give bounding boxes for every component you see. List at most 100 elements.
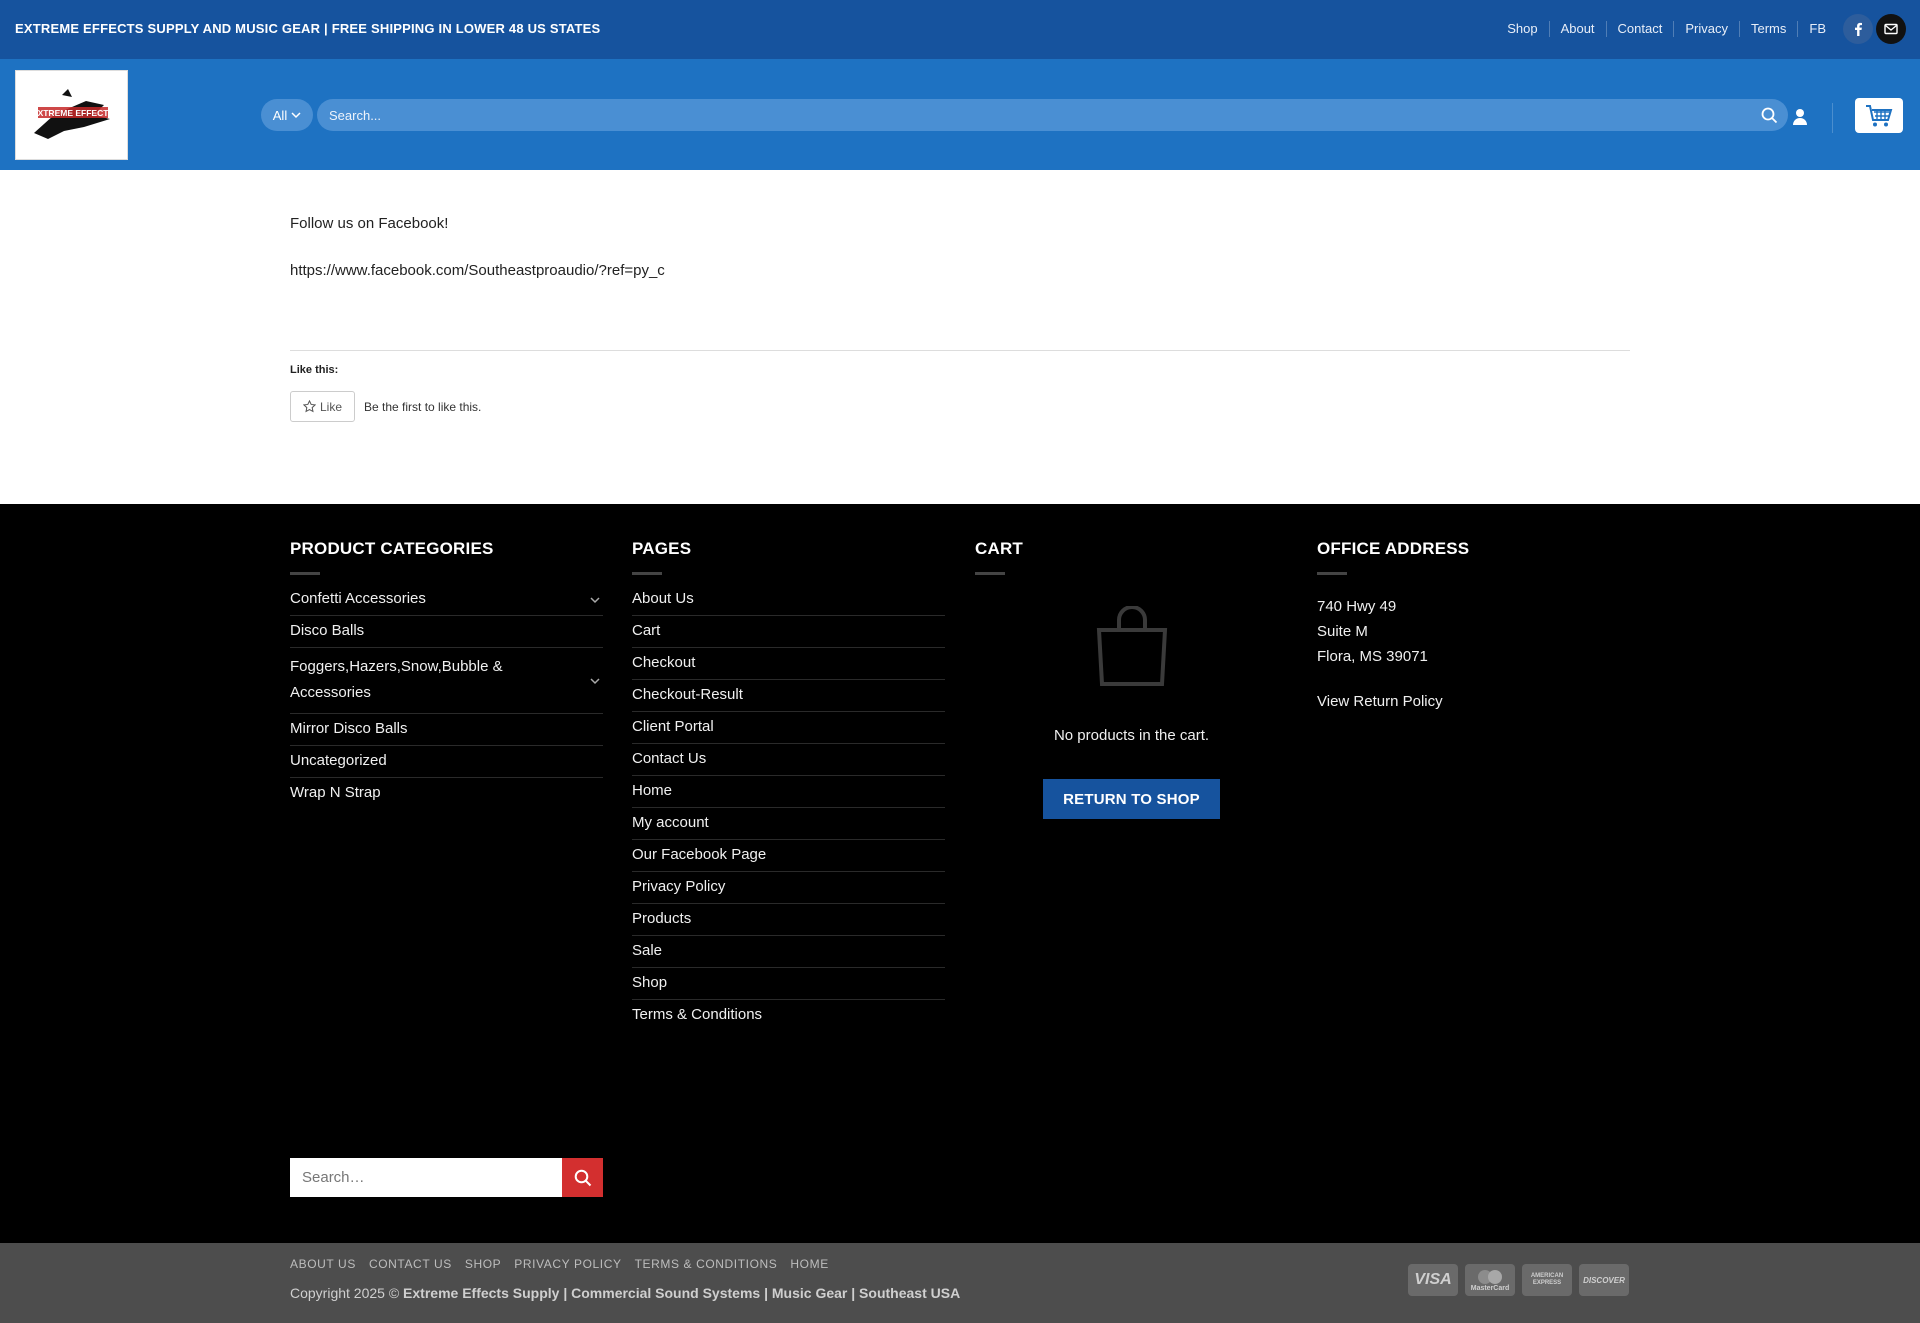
category-item[interactable]: Disco Balls xyxy=(290,616,603,648)
page-link[interactable]: Client Portal xyxy=(632,712,945,744)
category-item[interactable]: Mirror Disco Balls xyxy=(290,714,603,746)
top-nav-about[interactable]: About xyxy=(1548,21,1606,37)
account-icon[interactable] xyxy=(1788,104,1812,128)
top-nav-privacy[interactable]: Privacy xyxy=(1673,21,1739,37)
title-underline xyxy=(632,572,662,575)
category-select-value: All xyxy=(272,107,288,123)
category-item[interactable]: Wrap N Strap xyxy=(290,778,603,809)
footer-nav-terms[interactable]: TERMS & CONDITIONS xyxy=(635,1257,778,1271)
copyright: Copyright 2025 © Extreme Effects Supply … xyxy=(290,1285,960,1301)
like-label: Like xyxy=(319,399,342,414)
mastercard-icon: MasterCard xyxy=(1465,1264,1515,1296)
search-icon[interactable] xyxy=(1758,104,1780,126)
page-link[interactable]: Home xyxy=(632,776,945,808)
promo-text: EXTREME EFFECTS SUPPLY AND MUSIC GEAR | … xyxy=(15,21,601,36)
return-to-shop-button[interactable]: RETURN TO SHOP xyxy=(1043,779,1220,819)
top-bar: EXTREME EFFECTS SUPPLY AND MUSIC GEAR | … xyxy=(0,0,1920,59)
star-icon xyxy=(302,400,316,413)
category-label: Wrap N Strap xyxy=(290,784,381,801)
page-link[interactable]: Contact Us xyxy=(632,744,945,776)
widget-title: OFFICE ADDRESS xyxy=(1317,539,1470,558)
category-select[interactable]: All xyxy=(261,99,313,131)
footer-search-input[interactable] xyxy=(290,1158,562,1197)
address-block: 740 Hwy 49 Suite M Flora, MS 39071 xyxy=(1317,594,1428,669)
svg-text:EXTREME EFFECTS: EXTREME EFFECTS xyxy=(31,108,114,118)
facebook-url: https://www.facebook.com/Southeastproaud… xyxy=(290,262,665,279)
like-first-text: Be the first to like this. xyxy=(364,400,482,414)
top-nav-fb[interactable]: FB xyxy=(1797,21,1837,37)
address-line: Flora, MS 39071 xyxy=(1317,648,1428,665)
search-bar xyxy=(317,99,1788,131)
top-nav: Shop About Contact Privacy Terms FB xyxy=(1496,14,1906,44)
top-nav-contact[interactable]: Contact xyxy=(1605,21,1674,37)
address-line: Suite M xyxy=(1317,623,1368,640)
cart-button[interactable] xyxy=(1855,98,1903,133)
header-search: All xyxy=(261,99,1788,131)
top-nav-shop[interactable]: Shop xyxy=(1496,21,1548,37)
category-label: Foggers,Hazers,Snow,Bubble & Accessories xyxy=(290,658,503,701)
category-label: Disco Balls xyxy=(290,622,365,639)
category-list: Confetti Accessories Disco Balls Foggers… xyxy=(290,584,603,809)
search-icon xyxy=(574,1169,591,1186)
facebook-icon[interactable] xyxy=(1843,14,1873,44)
footer-search xyxy=(290,1158,603,1197)
title-underline xyxy=(290,572,320,575)
cart-icon xyxy=(1866,104,1893,126)
footer-nav-privacy[interactable]: PRIVACY POLICY xyxy=(514,1257,621,1271)
top-nav-terms[interactable]: Terms xyxy=(1738,21,1797,37)
site-logo[interactable]: EXTREME EFFECTS xyxy=(15,70,128,160)
follow-text: Follow us on Facebook! xyxy=(290,215,449,232)
content-divider xyxy=(290,350,1630,351)
category-label: Confetti Accessories xyxy=(290,590,426,607)
discover-icon: DISCOVER xyxy=(1579,1264,1629,1296)
title-underline xyxy=(1317,572,1347,575)
widget-title: CART xyxy=(975,539,1024,558)
chevron-down-icon[interactable] xyxy=(589,594,601,606)
widget-title: PAGES xyxy=(632,539,692,558)
page-link[interactable]: My account xyxy=(632,808,945,840)
chevron-down-icon[interactable] xyxy=(589,675,601,687)
chevron-down-icon xyxy=(291,112,301,119)
page-link[interactable]: Products xyxy=(632,904,945,936)
page-link[interactable]: Checkout-Result xyxy=(632,680,945,712)
like-heading: Like this: xyxy=(290,364,339,376)
logo-image: EXTREME EFFECTS xyxy=(31,89,114,139)
page-link[interactable]: Privacy Policy xyxy=(632,872,945,904)
footer-nav-about[interactable]: ABOUT US xyxy=(290,1257,356,1271)
header-divider xyxy=(1832,103,1833,133)
page-link[interactable]: Checkout xyxy=(632,648,945,680)
footer-nav: ABOUT US CONTACT US SHOP PRIVACY POLICY … xyxy=(290,1257,842,1271)
footer-widgets: PRODUCT CATEGORIES Confetti Accessories … xyxy=(0,504,1920,1243)
widget-title: PRODUCT CATEGORIES xyxy=(290,539,494,558)
email-icon[interactable] xyxy=(1876,14,1906,44)
search-input[interactable] xyxy=(317,99,1747,131)
return-policy-link[interactable]: View Return Policy xyxy=(1317,693,1443,710)
main-header: EXTREME EFFECTS All xyxy=(0,59,1920,170)
address-line: 740 Hwy 49 xyxy=(1317,598,1397,615)
payment-icons: VISA MasterCard AMERICAN EXPRESS DISCOVE… xyxy=(1408,1264,1629,1296)
page-link[interactable]: Sale xyxy=(632,936,945,968)
page-link[interactable]: Our Facebook Page xyxy=(632,840,945,872)
category-item[interactable]: Foggers,Hazers,Snow,Bubble & Accessories xyxy=(290,648,603,714)
like-button[interactable]: Like xyxy=(290,391,355,422)
footer-nav-shop[interactable]: SHOP xyxy=(465,1257,501,1271)
category-item[interactable]: Uncategorized xyxy=(290,746,603,778)
page-link[interactable]: About Us xyxy=(632,584,945,616)
visa-icon: VISA xyxy=(1408,1264,1458,1296)
page-link[interactable]: Shop xyxy=(632,968,945,1000)
shopping-bag-icon xyxy=(1096,606,1168,686)
page-link[interactable]: Terms & Conditions xyxy=(632,1000,945,1031)
footer-nav-home[interactable]: HOME xyxy=(790,1257,828,1271)
pages-list: About Us Cart Checkout Checkout-Result C… xyxy=(632,584,945,1031)
page-link[interactable]: Cart xyxy=(632,616,945,648)
copyright-prefix: Copyright 2025 © xyxy=(290,1285,400,1301)
footer-nav-contact[interactable]: CONTACT US xyxy=(369,1257,452,1271)
footer-search-button[interactable] xyxy=(562,1158,603,1197)
absolute-footer: ABOUT US CONTACT US SHOP PRIVACY POLICY … xyxy=(0,1243,1920,1323)
category-label: Uncategorized xyxy=(290,752,387,769)
empty-cart-text: No products in the cart. xyxy=(1053,727,1210,744)
title-underline xyxy=(975,572,1005,575)
copyright-name: Extreme Effects Supply | Commercial Soun… xyxy=(403,1285,961,1301)
amex-icon: AMERICAN EXPRESS xyxy=(1522,1264,1572,1296)
category-item[interactable]: Confetti Accessories xyxy=(290,584,603,616)
